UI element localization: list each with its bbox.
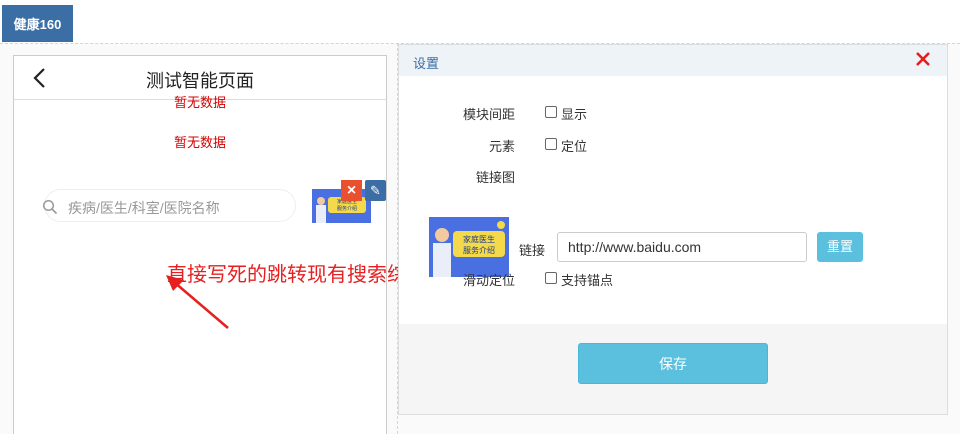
search-placeholder: 疾病/医生/科室/医院名称 — [68, 200, 220, 216]
app-tab[interactable]: 健康160 — [2, 5, 73, 42]
anchor-support-option: 支持锚点 — [561, 273, 614, 288]
module-spacing-option: 显示 — [561, 107, 588, 122]
link-image[interactable]: 家庭医生 服务介绍 — [429, 217, 509, 277]
edit-button[interactable]: ✎ — [365, 180, 386, 201]
empty-message: 暂无数据 — [173, 95, 226, 110]
module-spacing-label: 模块间距 — [462, 107, 515, 122]
empty-message: 暂无数据 — [173, 135, 226, 150]
link-label: 链接 — [519, 243, 546, 258]
element-position-checkbox[interactable] — [545, 138, 557, 150]
element-label: 元素 — [488, 139, 515, 154]
page-title: 测试智能页面 — [146, 71, 254, 91]
module-spacing-checkbox[interactable] — [545, 106, 557, 118]
scroll-position-label: 滑动定位 — [462, 273, 515, 288]
phone-preview: 测试智能页面 暂无数据 暂无数据 疾病/医生/科室/医院名称 家庭医生 服务介绍… — [13, 55, 387, 434]
panel-header: 设置 — [399, 45, 947, 76]
link-url-input[interactable]: http://www.baidu.com — [557, 232, 807, 262]
link-image-label: 链接图 — [475, 170, 515, 185]
save-button[interactable]: 保存 — [578, 343, 768, 384]
settings-panel: 设置 模块间距 显示 元素 定位 链接图 家庭医生 服务介绍 链接 http:/… — [398, 44, 948, 415]
top-bar: 健康160 — [0, 0, 960, 43]
delete-button[interactable]: × — [341, 180, 362, 201]
panel-title: 设置 — [413, 56, 440, 71]
search-icon — [42, 199, 58, 215]
reset-button[interactable]: 重置 — [817, 232, 863, 262]
svg-text:服务介绍: 服务介绍 — [337, 205, 357, 212]
svg-text:服务介绍: 服务介绍 — [463, 245, 495, 255]
close-icon[interactable] — [915, 51, 931, 67]
panel-body: 模块间距 显示 元素 定位 链接图 家庭医生 服务介绍 链接 http://ww… — [399, 76, 947, 324]
element-position-option: 定位 — [561, 139, 588, 154]
anchor-support-checkbox[interactable] — [545, 272, 557, 284]
link-image-text: 家庭医生 — [463, 234, 495, 244]
